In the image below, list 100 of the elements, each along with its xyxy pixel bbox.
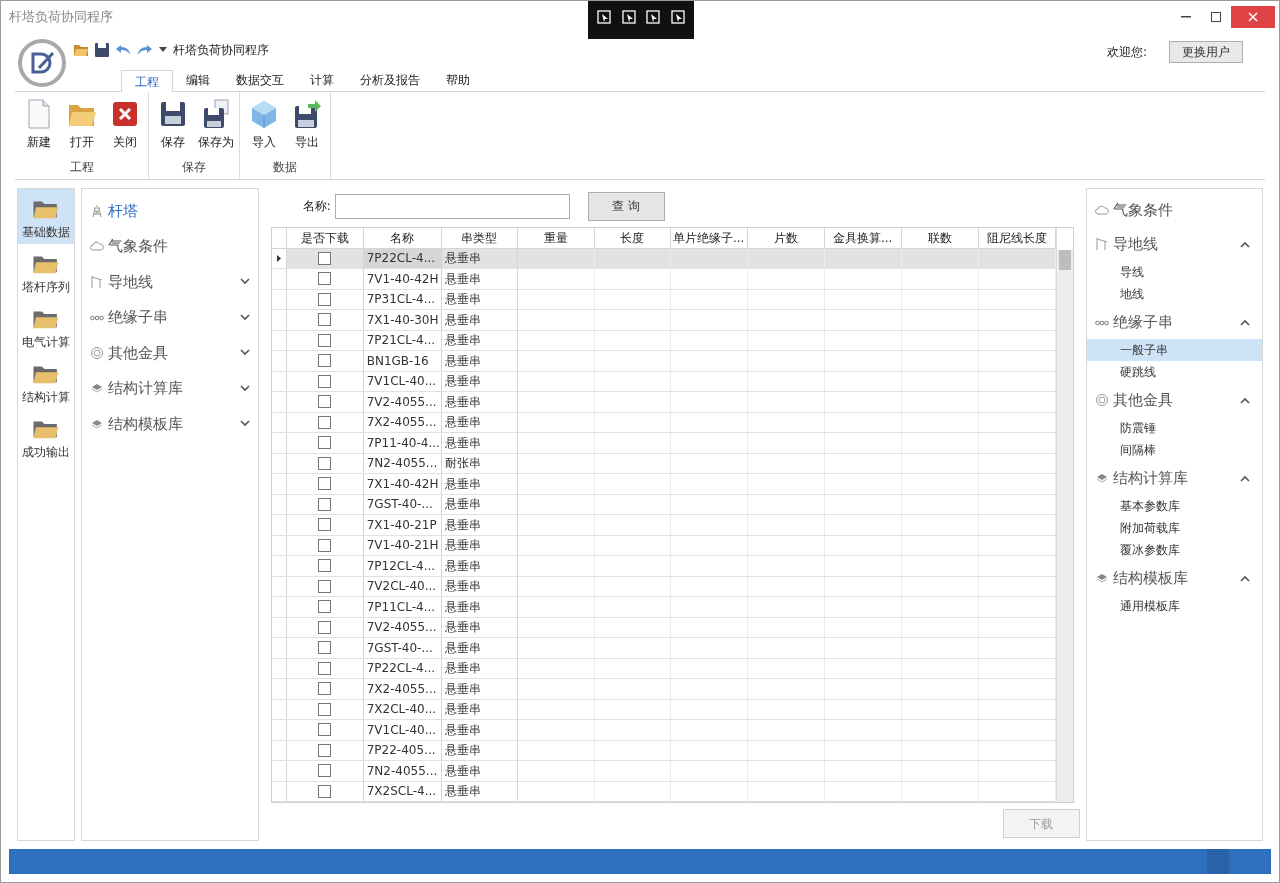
column-header[interactable]: 重量 (517, 228, 595, 248)
table-row[interactable]: 7X2-4055... 悬垂串 (271, 412, 1056, 433)
panel-item[interactable]: 通用模板库 (1086, 595, 1262, 617)
section-header[interactable]: 结构计算库 (1086, 461, 1262, 495)
checkbox[interactable] (318, 415, 332, 429)
table-row[interactable]: 7P21CL-4... 悬垂串 (271, 330, 1056, 351)
checkbox[interactable] (318, 497, 332, 511)
table-row[interactable]: BN1GB-16 悬垂串 (271, 351, 1056, 372)
section-header[interactable]: 其他金具 (1086, 383, 1262, 417)
capture-tool-icon[interactable] (620, 9, 637, 25)
table-row[interactable]: 7X1-40-21P 悬垂串 (271, 515, 1056, 536)
undo-icon[interactable] (115, 44, 131, 56)
dropdown-caret-icon[interactable] (159, 47, 167, 53)
table-row[interactable]: 7V1-40-21H 悬垂串 (271, 535, 1056, 556)
capture-tool-icon[interactable] (596, 9, 613, 25)
table-row[interactable]: 7P11-40-4... 悬垂串 (271, 433, 1056, 454)
chevron-down-icon[interactable] (239, 384, 250, 392)
capture-tool-icon[interactable] (669, 9, 686, 25)
table-row[interactable]: 7X1-40-30H 悬垂串 (271, 310, 1056, 331)
column-header[interactable]: 长度 (594, 228, 671, 248)
table-row[interactable]: 7V2-4055... 悬垂串 (271, 392, 1056, 413)
checkbox[interactable] (318, 579, 332, 593)
checkbox[interactable] (318, 395, 332, 409)
tree-item[interactable]: 结构计算库 (82, 370, 258, 406)
panel-item[interactable]: 间隔棒 (1086, 439, 1262, 461)
section-header[interactable]: 结构模板库 (1086, 561, 1262, 595)
section-header[interactable]: 气象条件 (1086, 193, 1262, 227)
checkbox[interactable] (318, 641, 332, 655)
table-row[interactable]: 7X2CL-40... 悬垂串 (271, 699, 1056, 720)
chevron-up-icon[interactable] (1240, 574, 1250, 582)
checkbox[interactable] (318, 764, 332, 778)
column-header[interactable]: 金具换算... (824, 228, 902, 248)
checkbox[interactable] (318, 456, 332, 470)
table-row[interactable]: 7V1CL-40... 悬垂串 (271, 720, 1056, 741)
ribbon-button[interactable]: 打开 (60, 98, 103, 158)
section-header[interactable]: 绝缘子串 (1086, 305, 1262, 339)
panel-item[interactable]: 硬跳线 (1086, 361, 1262, 383)
save-icon[interactable] (95, 43, 109, 57)
checkbox[interactable] (318, 661, 332, 675)
checkbox[interactable] (318, 600, 332, 614)
column-header[interactable]: 单片绝缘子... (670, 228, 748, 248)
table-row[interactable]: 7V1CL-40... 悬垂串 (271, 371, 1056, 392)
checkbox[interactable] (318, 436, 332, 450)
panel-item[interactable]: 基本参数库 (1086, 495, 1262, 517)
ribbon-tab[interactable]: 数据交互 (223, 69, 297, 91)
ribbon-button[interactable]: 关闭 (103, 98, 146, 158)
checkbox[interactable] (318, 620, 332, 634)
ribbon-button[interactable]: 新建 (17, 98, 60, 158)
tree-item[interactable]: 气象条件 (82, 228, 258, 264)
chevron-up-icon[interactable] (1240, 318, 1250, 326)
ribbon-tab[interactable]: 工程 (121, 70, 173, 92)
nav-item[interactable]: 结构计算 (18, 354, 75, 409)
table-row[interactable]: 7V2-4055... 悬垂串 (271, 617, 1056, 638)
table-row[interactable]: 7GST-40-... 悬垂串 (271, 494, 1056, 515)
ribbon-tab[interactable]: 帮助 (433, 69, 483, 91)
switch-user-button[interactable]: 更换用户 (1169, 41, 1243, 63)
nav-item[interactable]: 塔杆序列 (18, 244, 75, 299)
checkbox[interactable] (318, 251, 332, 265)
ribbon-tab[interactable]: 编辑 (173, 69, 223, 91)
checkbox[interactable] (318, 538, 332, 552)
checkbox[interactable] (318, 702, 332, 716)
panel-item[interactable]: 附加荷载库 (1086, 517, 1262, 539)
column-header[interactable]: 联数 (901, 228, 979, 248)
chevron-down-icon[interactable] (239, 278, 250, 286)
column-header[interactable]: 片数 (747, 228, 825, 248)
panel-item[interactable]: 防震锤 (1086, 417, 1262, 439)
checkbox[interactable] (318, 518, 332, 532)
table-row[interactable]: 7N2-4055... 悬垂串 (271, 761, 1056, 782)
tree-item[interactable]: 杆塔 (82, 193, 258, 229)
checkbox[interactable] (318, 313, 332, 327)
chevron-up-icon[interactable] (1240, 240, 1250, 248)
ribbon-button[interactable]: 导出 (285, 98, 328, 158)
checkbox[interactable] (318, 784, 332, 798)
tree-item[interactable]: 其他金具 (82, 335, 258, 371)
open-folder-icon[interactable] (73, 43, 89, 57)
panel-item[interactable]: 一般子串 (1086, 339, 1262, 361)
redo-icon[interactable] (137, 44, 153, 56)
checkbox[interactable] (318, 559, 332, 573)
checkbox[interactable] (318, 354, 332, 368)
table-row[interactable]: 7V2CL-40... 悬垂串 (271, 576, 1056, 597)
query-button[interactable]: 查 询 (587, 191, 665, 221)
chevron-up-icon[interactable] (1240, 474, 1250, 482)
table-row[interactable]: 7P11CL-4... 悬垂串 (271, 597, 1056, 618)
section-header[interactable]: 导地线 (1086, 227, 1262, 261)
search-field[interactable] (334, 193, 570, 219)
table-row[interactable]: 7X2SCL-4... 悬垂串 (271, 781, 1056, 802)
ribbon-button[interactable]: 保存 (151, 98, 194, 158)
panel-item[interactable]: 覆冰参数库 (1086, 539, 1262, 561)
panel-item[interactable]: 导线 (1086, 261, 1262, 283)
ribbon-button[interactable]: 导入 (242, 98, 285, 158)
ribbon-button[interactable]: 保存为 (194, 98, 237, 158)
capture-tool-icon[interactable] (645, 9, 662, 25)
chevron-down-icon[interactable] (239, 420, 250, 428)
table-row[interactable]: 7P12CL-4... 悬垂串 (271, 556, 1056, 577)
checkbox[interactable] (318, 743, 332, 757)
checkbox[interactable] (318, 723, 332, 737)
column-header[interactable]: 是否下载 (286, 228, 364, 248)
column-header[interactable]: 串类型 (441, 228, 518, 248)
table-row[interactable]: 7X1-40-42H 悬垂串 (271, 474, 1056, 495)
nav-item[interactable]: 成功输出 (18, 409, 75, 464)
